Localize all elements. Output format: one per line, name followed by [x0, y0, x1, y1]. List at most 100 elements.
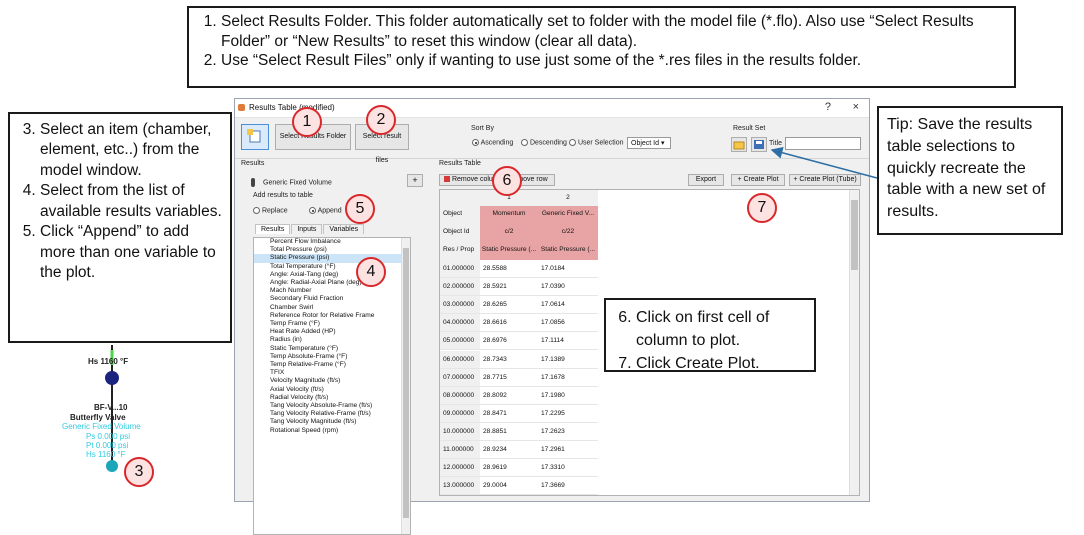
- variable-list-item[interactable]: Tang Velocity Magnitude (ft/s): [254, 418, 410, 426]
- results-variable-list[interactable]: Percent Flow Imbalance Total Pressure (ps…: [253, 237, 411, 535]
- table-cell[interactable]: 17.1389: [538, 351, 598, 369]
- table-cell[interactable]: 17.0614: [538, 296, 598, 314]
- table-cell[interactable]: 17.2295: [538, 405, 598, 423]
- grid-scrollbar[interactable]: [849, 190, 859, 495]
- variable-list-item[interactable]: Axial Velocity (ft/s): [254, 386, 410, 394]
- create-plot-tube-button[interactable]: + Create Plot (Tube): [789, 174, 861, 186]
- sort-ascending-option[interactable]: Ascending: [472, 139, 513, 146]
- table-cell[interactable]: 28.5921: [480, 278, 538, 296]
- descending-radio[interactable]: [521, 139, 528, 146]
- table-cell[interactable]: 28.6616: [480, 314, 538, 332]
- variable-list-item[interactable]: Total Pressure (psi): [254, 246, 410, 254]
- append-radio[interactable]: [309, 207, 316, 214]
- variable-list-item[interactable]: Mach Number: [254, 287, 410, 295]
- table-cell[interactable]: 28.8092: [480, 387, 538, 405]
- export-button[interactable]: Export: [688, 174, 724, 186]
- schematic-top-label: Hs 1160 °F: [88, 357, 129, 366]
- row-header-time: 02.000000: [440, 278, 480, 297]
- table-cell[interactable]: 28.6976: [480, 332, 538, 350]
- variable-list-item[interactable]: Temp Frame (°F): [254, 320, 410, 328]
- variable-list-item[interactable]: Tang Velocity Relative-Frame (ft/s): [254, 410, 410, 418]
- tab-variables[interactable]: Variables: [323, 224, 365, 234]
- table-cell[interactable]: 29.0004: [480, 477, 538, 495]
- grid-scroll-thumb[interactable]: [851, 200, 858, 270]
- variable-list-item[interactable]: Angle: Radial-Axial Plane (deg): [254, 279, 410, 287]
- user-selection-radio[interactable]: [569, 139, 576, 146]
- variable-list-item[interactable]: Angle: Axial-Tang (deg): [254, 271, 410, 279]
- ascending-radio[interactable]: [472, 139, 479, 146]
- folder-open-icon: [733, 141, 745, 150]
- variable-list-item[interactable]: Rotational Speed (rpm): [254, 427, 410, 435]
- title-input[interactable]: [785, 137, 861, 150]
- table-cell[interactable]: 28.8851: [480, 423, 538, 441]
- cell-object-1[interactable]: Momentum: [480, 206, 538, 224]
- schematic-line-1: Generic Fixed Volume: [62, 422, 141, 431]
- marker-6: 6: [492, 166, 522, 196]
- cell-res-prop-2[interactable]: Static Pressure (...: [538, 242, 598, 260]
- variable-list-item[interactable]: Static Temperature (°F): [254, 345, 410, 353]
- append-option[interactable]: Append: [309, 207, 342, 214]
- save-icon: [754, 140, 764, 149]
- cell-object-2[interactable]: Generic Fixed V...: [538, 206, 598, 224]
- table-cell[interactable]: 17.1114: [538, 332, 598, 350]
- sort-field-select[interactable]: Object Id ▾: [627, 137, 671, 149]
- variable-list-item[interactable]: Tang Velocity Absolute-Frame (ft/s): [254, 402, 410, 410]
- table-cell[interactable]: 28.8471: [480, 405, 538, 423]
- table-cell[interactable]: 28.9234: [480, 441, 538, 459]
- variable-list-item[interactable]: Temp Absolute-Frame (°F): [254, 353, 410, 361]
- table-cell[interactable]: 17.3310: [538, 459, 598, 477]
- variable-list-item[interactable]: Static Pressure (psi): [254, 254, 410, 263]
- cell-object-id-2[interactable]: c/22: [538, 224, 598, 242]
- row-header-object-id: Object Id: [440, 224, 480, 242]
- variable-list-item[interactable]: Reference Rotor for Relative Frame: [254, 312, 410, 320]
- table-cell[interactable]: 17.0390: [538, 278, 598, 296]
- new-results-button[interactable]: [241, 124, 269, 150]
- table-cell[interactable]: 17.1980: [538, 387, 598, 405]
- variable-list-item[interactable]: TFIX: [254, 369, 410, 377]
- variable-list-item[interactable]: Radius (in): [254, 336, 410, 344]
- instruction-6: Click on first cell of column to plot.: [636, 306, 808, 352]
- variable-list-item[interactable]: Velocity Magnitude (ft/s): [254, 377, 410, 385]
- sort-descending-option[interactable]: Descending: [521, 139, 567, 146]
- open-result-set-button[interactable]: [731, 137, 747, 152]
- table-cell[interactable]: 17.0184: [538, 260, 598, 278]
- table-cell[interactable]: 28.7715: [480, 369, 538, 387]
- close-button[interactable]: ×: [853, 101, 859, 113]
- variable-list-item[interactable]: Total Temperature (°F): [254, 263, 410, 271]
- variable-scroll-thumb[interactable]: [403, 248, 409, 518]
- table-cell[interactable]: 17.0856: [538, 314, 598, 332]
- table-cell[interactable]: 17.3669: [538, 477, 598, 495]
- table-cell[interactable]: 28.7343: [480, 351, 538, 369]
- table-cell[interactable]: 28.6265: [480, 296, 538, 314]
- sort-user-selection-option[interactable]: User Selection: [569, 139, 623, 146]
- variable-list-item[interactable]: Secondary Fluid Fraction: [254, 295, 410, 303]
- col-header-2[interactable]: 2: [538, 190, 598, 206]
- row-header-time: 06.000000: [440, 350, 480, 369]
- table-cell[interactable]: 17.1678: [538, 369, 598, 387]
- variable-list-item[interactable]: Heat Rate Added (HP): [254, 328, 410, 336]
- variable-list-item[interactable]: Percent Flow Imbalance: [254, 238, 410, 246]
- variable-list-item[interactable]: Radial Velocity (ft/s): [254, 394, 410, 402]
- save-result-set-button[interactable]: [751, 137, 767, 152]
- title-label: Title: [769, 140, 782, 147]
- help-button[interactable]: ?: [825, 101, 831, 113]
- tab-inputs[interactable]: Inputs: [291, 224, 323, 234]
- replace-radio[interactable]: [253, 207, 260, 214]
- tab-results[interactable]: Results: [255, 224, 291, 234]
- variable-list-item[interactable]: Chamber Swirl: [254, 304, 410, 312]
- selected-item: Generic Fixed Volume: [251, 178, 332, 187]
- add-results-button[interactable]: +: [407, 174, 423, 187]
- cell-res-prop-1[interactable]: Static Pressure (...: [480, 242, 538, 260]
- table-cell[interactable]: 17.2623: [538, 423, 598, 441]
- table-cell[interactable]: 17.2961: [538, 441, 598, 459]
- instruction-2: Use “Select Result Files” only if wantin…: [221, 51, 1006, 71]
- replace-option[interactable]: Replace: [253, 207, 288, 214]
- cell-object-id-1[interactable]: c/2: [480, 224, 538, 242]
- variable-list-item[interactable]: Temp Relative-Frame (°F): [254, 361, 410, 369]
- schematic-element-sub: Butterfly Valve: [70, 413, 126, 422]
- variable-list-scrollbar[interactable]: [401, 238, 410, 534]
- instruction-5: Click “Append” to add more than one vari…: [40, 222, 224, 283]
- create-plot-button[interactable]: + Create Plot: [731, 174, 785, 186]
- table-cell[interactable]: 28.5588: [480, 260, 538, 278]
- table-cell[interactable]: 28.9619: [480, 459, 538, 477]
